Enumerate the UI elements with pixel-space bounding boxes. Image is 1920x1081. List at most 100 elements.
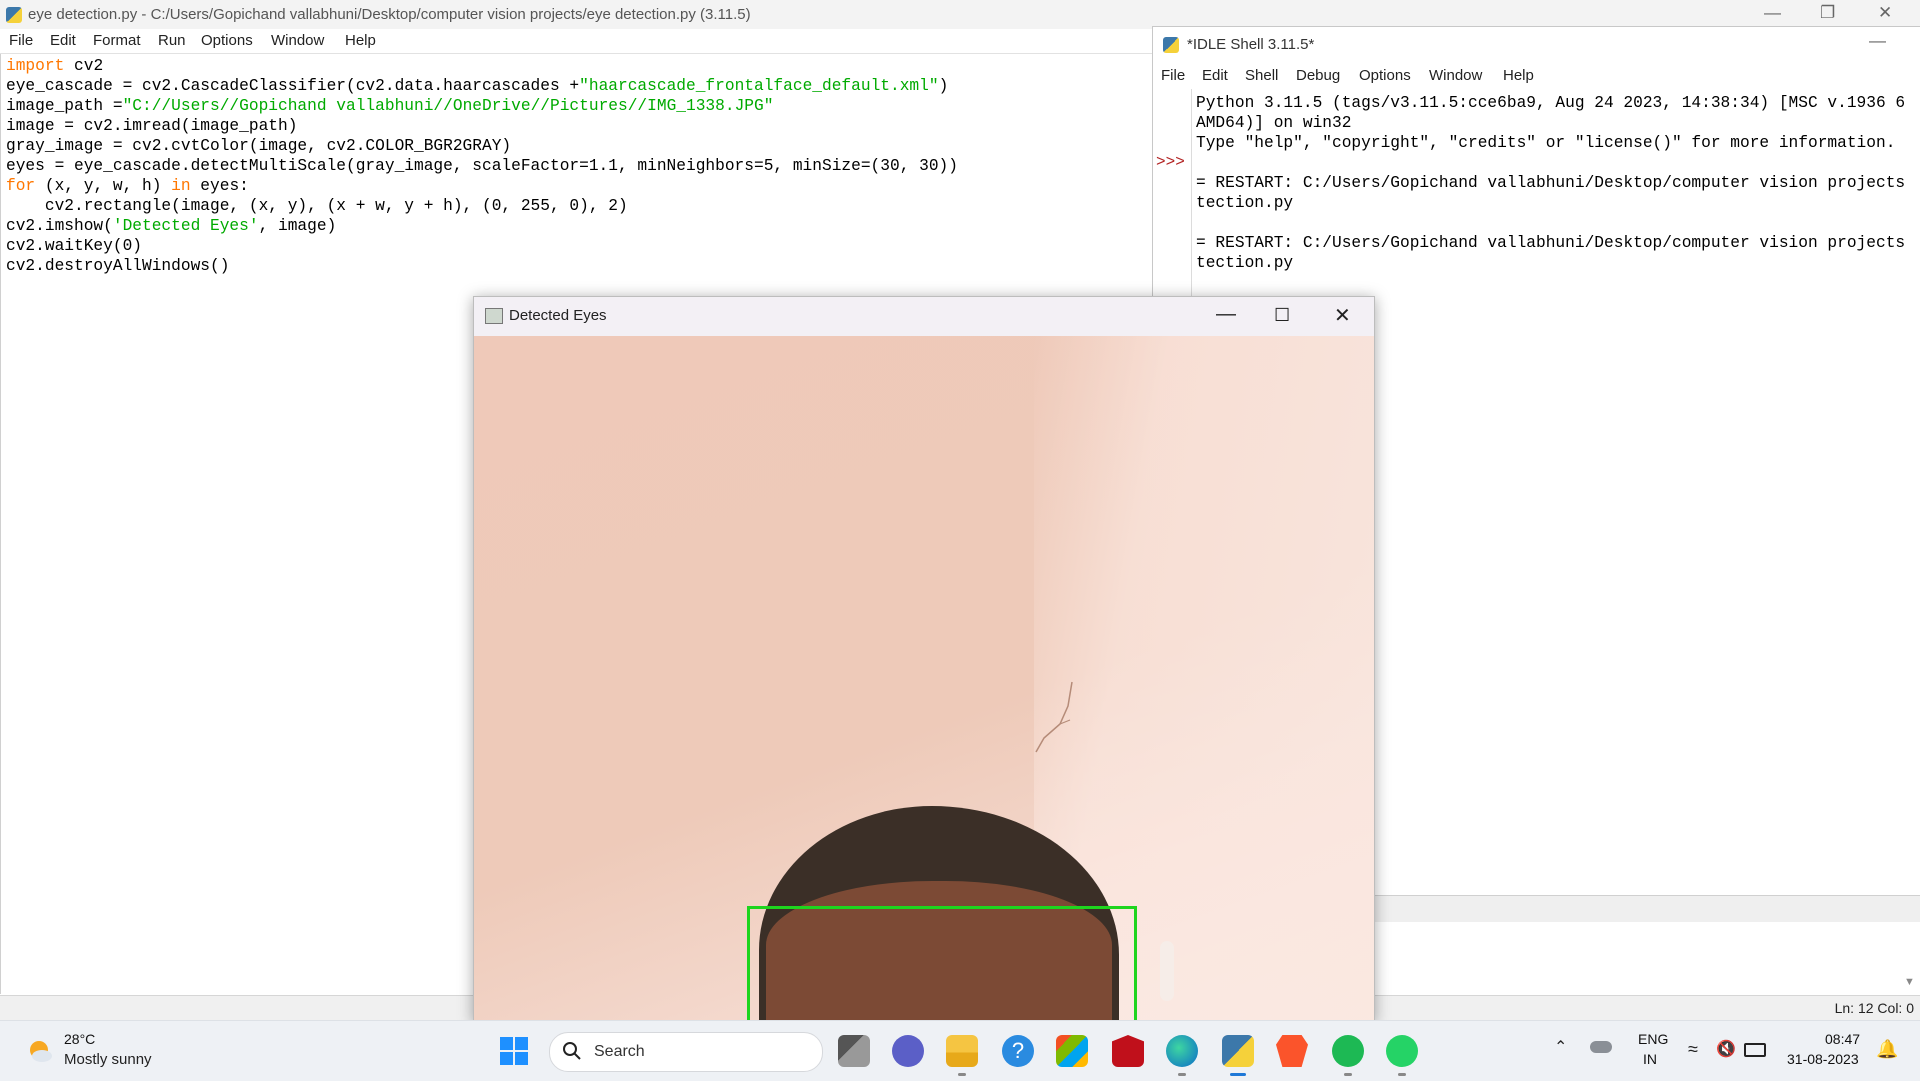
shell-prompt: >>> xyxy=(1156,153,1185,171)
weather-temperature[interactable]: 28°C xyxy=(64,1031,95,1047)
restore-icon[interactable]: ❐ xyxy=(1820,3,1835,23)
code-string: "C://Users//Gopichand vallabhuni//OneDri… xyxy=(122,97,774,115)
python-idle-icon[interactable] xyxy=(1222,1035,1254,1067)
running-indicator xyxy=(1178,1073,1186,1076)
wall-mark xyxy=(1035,681,1073,753)
search-icon xyxy=(563,1042,581,1060)
code-text: gray_image = cv2.cvtColor(image, cv2.COL… xyxy=(6,137,512,155)
menu-window[interactable]: Window xyxy=(271,32,324,49)
shell-menu-file[interactable]: File xyxy=(1161,67,1185,84)
shell-menu-edit[interactable]: Edit xyxy=(1202,67,1228,84)
editor-title: eye detection.py - C:/Users/Gopichand va… xyxy=(28,6,751,23)
code-editor[interactable]: import cv2 eye_cascade = cv2.CascadeClass… xyxy=(6,56,958,276)
shell-menu-help[interactable]: Help xyxy=(1503,67,1534,84)
weather-sunny-icon[interactable] xyxy=(26,1037,54,1065)
code-line: gray_image = cv2.cvtColor(image, cv2.COL… xyxy=(6,136,958,156)
running-indicator xyxy=(1398,1073,1406,1076)
language-indicator[interactable]: ENG xyxy=(1638,1031,1668,1047)
code-text: image_path = xyxy=(6,97,123,115)
cv-close-icon[interactable]: ✕ xyxy=(1334,303,1351,328)
code-text: (x, y, w, h) xyxy=(35,177,172,195)
code-string: "haarcascade_frontalface_default.xml" xyxy=(579,77,939,95)
cursor-position: Ln: 12 Col: 0 xyxy=(1834,1000,1914,1016)
code-line: cv2.imshow('Detected Eyes', image) xyxy=(6,216,958,236)
code-text: cv2 xyxy=(64,57,104,75)
code-text: cv2.imshow( xyxy=(6,217,113,235)
cv-titlebar[interactable]: Detected Eyes — ☐ ✕ xyxy=(474,297,1374,336)
shell-minimize-icon[interactable]: — xyxy=(1869,31,1886,51)
code-line: import cv2 xyxy=(6,56,958,76)
windows-start-icon[interactable] xyxy=(500,1037,528,1065)
weather-description[interactable]: Mostly sunny xyxy=(64,1051,152,1068)
menu-run[interactable]: Run xyxy=(158,32,186,49)
close-icon[interactable]: ✕ xyxy=(1878,3,1892,23)
code-text: eye_cascade = cv2.CascadeClassifier(cv2.… xyxy=(6,77,580,95)
code-keyword: for xyxy=(6,177,36,195)
brave-icon[interactable] xyxy=(1276,1035,1308,1067)
spotify-icon[interactable] xyxy=(1332,1035,1364,1067)
teams-icon[interactable] xyxy=(892,1035,924,1067)
menu-format[interactable]: Format xyxy=(93,32,141,49)
code-string: 'Detected Eyes' xyxy=(112,217,259,235)
shell-menu-options[interactable]: Options xyxy=(1359,67,1411,84)
cv-minimize-icon[interactable]: — xyxy=(1216,303,1236,326)
running-indicator xyxy=(1344,1073,1352,1076)
code-line: image = cv2.imread(image_path) xyxy=(6,116,958,136)
whatsapp-icon[interactable] xyxy=(1386,1035,1418,1067)
search-placeholder: Search xyxy=(594,1043,645,1060)
notification-bell-icon[interactable]: 🔔 xyxy=(1876,1039,1898,1060)
minimize-icon[interactable]: — xyxy=(1764,3,1781,23)
mcafee-icon[interactable] xyxy=(1112,1035,1144,1067)
detected-image xyxy=(474,336,1374,1021)
code-line: eye_cascade = cv2.CascadeClassifier(cv2.… xyxy=(6,76,958,96)
shell-titlebar[interactable]: *IDLE Shell 3.11.5* — xyxy=(1153,27,1920,63)
cv-window-title: Detected Eyes xyxy=(509,307,607,324)
menu-options[interactable]: Options xyxy=(201,32,253,49)
speaker-muted-icon[interactable]: 🔇 xyxy=(1716,1039,1736,1059)
code-text: ) xyxy=(938,77,949,95)
detected-eyes-window: Detected Eyes — ☐ ✕ xyxy=(473,296,1375,1022)
shell-menubar: File Edit Shell Debug Options Window Hel… xyxy=(1153,64,1920,88)
editor-menubar: File Edit Format Run Options Window Help xyxy=(0,29,1152,53)
file-explorer-icon[interactable] xyxy=(946,1035,978,1067)
menu-file[interactable]: File xyxy=(9,32,33,49)
code-text: cv2.rectangle(image, (x, y), (x + w, y +… xyxy=(6,197,628,215)
taskbar-search-box[interactable]: Search xyxy=(549,1032,823,1072)
python-file-icon xyxy=(6,7,22,23)
help-icon[interactable]: ? xyxy=(1002,1035,1034,1067)
shell-title: *IDLE Shell 3.11.5* xyxy=(1187,36,1315,53)
code-text: eyes: xyxy=(190,177,249,195)
shell-menu-window[interactable]: Window xyxy=(1429,67,1482,84)
task-view-icon[interactable] xyxy=(838,1035,870,1067)
window-app-icon xyxy=(485,308,503,324)
code-keyword: in xyxy=(171,177,191,195)
shell-menu-shell[interactable]: Shell xyxy=(1245,67,1278,84)
onedrive-cloud-icon[interactable] xyxy=(1590,1041,1612,1053)
code-line: cv2.destroyAllWindows() xyxy=(6,256,958,276)
code-text: image = cv2.imread(image_path) xyxy=(6,117,298,135)
cv-maximize-icon[interactable]: ☐ xyxy=(1274,305,1290,326)
code-text: eyes = eye_cascade.detectMultiScale(gray… xyxy=(6,157,958,175)
scroll-down-arrow-icon[interactable]: ▼ xyxy=(1904,976,1915,988)
clock-date[interactable]: 31-08-2023 xyxy=(1787,1051,1859,1067)
wifi-icon[interactable]: ≈ xyxy=(1688,1039,1698,1060)
shell-menu-debug[interactable]: Debug xyxy=(1296,67,1340,84)
edge-icon[interactable] xyxy=(1166,1035,1198,1067)
detection-rectangle xyxy=(747,906,1137,1021)
microsoft-store-icon[interactable] xyxy=(1056,1035,1088,1067)
clock-time[interactable]: 08:47 xyxy=(1825,1031,1860,1047)
code-line: image_path ="C://Users//Gopichand vallab… xyxy=(6,96,958,116)
region-indicator[interactable]: IN xyxy=(1643,1051,1657,1067)
shell-horizontal-scrollbar[interactable] xyxy=(1373,895,1920,922)
battery-icon[interactable] xyxy=(1744,1043,1766,1057)
menu-help[interactable]: Help xyxy=(345,32,376,49)
shell-output[interactable]: Python 3.11.5 (tags/v3.11.5:cce6ba9, Aug… xyxy=(1196,93,1905,273)
editor-border xyxy=(0,54,1,994)
code-line: cv2.rectangle(image, (x, y), (x + w, y +… xyxy=(6,196,958,216)
code-line: cv2.waitKey(0) xyxy=(6,236,958,256)
chevron-up-icon[interactable]: ⌃ xyxy=(1554,1037,1567,1057)
code-text: cv2.destroyAllWindows() xyxy=(6,257,230,275)
editor-titlebar[interactable]: eye detection.py - C:/Users/Gopichand va… xyxy=(0,0,1920,29)
code-line: for (x, y, w, h) in eyes: xyxy=(6,176,958,196)
menu-edit[interactable]: Edit xyxy=(50,32,76,49)
